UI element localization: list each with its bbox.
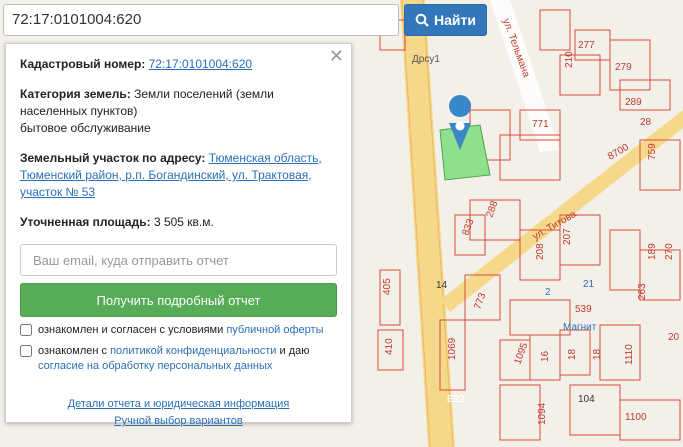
svg-text:771: 771 [532, 119, 549, 130]
svg-text:1069: 1069 [447, 337, 458, 360]
cadastral-label: Кадастровый номер: [20, 57, 146, 71]
consent-offer-text: ознакомлен и согласен с условиями публич… [38, 324, 324, 336]
svg-text:189: 189 [647, 243, 658, 260]
svg-text:18: 18 [567, 348, 578, 360]
data-processing-link[interactable]: согласие на обработку персональных данны… [38, 360, 272, 372]
svg-text:279: 279 [615, 62, 632, 73]
public-offer-link[interactable]: публичной оферты [226, 324, 323, 336]
search-button-label: Найти [434, 12, 476, 28]
consent-privacy-text: ознакомлен с политикой конфиденциальност… [38, 345, 310, 372]
svg-text:20: 20 [668, 332, 680, 343]
close-icon[interactable]: ✕ [329, 48, 344, 66]
svg-text:759: 759 [647, 143, 658, 160]
search-button[interactable]: Найти [404, 4, 487, 36]
search-input[interactable]: 72:17:0101004:620 [3, 4, 399, 36]
area-value: 3 505 кв.м. [153, 215, 214, 229]
category-label: Категория земель: [20, 87, 131, 101]
manual-selection-link[interactable]: Ручной выбор вариантов [114, 415, 242, 427]
email-field[interactable] [20, 244, 337, 276]
svg-text:410: 410 [384, 338, 395, 355]
svg-text:277: 277 [578, 40, 595, 51]
svg-text:539: 539 [575, 304, 592, 315]
parcel-info-panel: ✕ Кадастровый номер: 72:17:0101004:620 К… [5, 43, 352, 427]
usage-value: бытовое обслуживание [20, 121, 151, 135]
svg-text:18: 18 [592, 348, 603, 360]
svg-text:1094: 1094 [537, 402, 548, 425]
category-row: Категория земель: Земли поселений (земли… [20, 86, 337, 137]
cadastral-row: Кадастровый номер: 72:17:0101004:620 [20, 56, 337, 73]
svg-text:289: 289 [625, 97, 642, 108]
svg-text:1110: 1110 [624, 344, 635, 365]
consent-offer: ознакомлен и согласен с условиями публич… [20, 323, 337, 338]
search-icon [415, 13, 429, 27]
svg-text:28: 28 [640, 117, 652, 128]
svg-text:104: 104 [578, 394, 595, 405]
address-label: Земельный участок по адресу: [20, 151, 206, 165]
svg-text:21: 21 [583, 279, 595, 290]
svg-text:207: 207 [562, 228, 573, 245]
svg-text:E22: E22 [447, 394, 465, 405]
svg-text:16: 16 [540, 350, 551, 362]
consent-offer-checkbox[interactable] [20, 324, 32, 336]
svg-text:Магнит: Магнит [563, 322, 597, 333]
svg-text:2: 2 [545, 287, 551, 298]
svg-text:270: 270 [664, 243, 675, 260]
privacy-policy-link[interactable]: политикой конфиденциальности [110, 345, 276, 357]
svg-text:210: 210 [564, 51, 575, 68]
svg-text:263: 263 [637, 283, 648, 300]
address-row: Земельный участок по адресу: Тюменская о… [20, 150, 337, 201]
svg-text:14: 14 [436, 280, 448, 291]
cadastral-number-link[interactable]: 72:17:0101004:620 [149, 57, 252, 71]
footer-links: Детали отчета и юридическая информация Р… [20, 396, 337, 430]
get-report-button[interactable]: Получить подробный отчет [20, 283, 337, 317]
svg-text:405: 405 [382, 278, 393, 295]
area-label: Уточненная площадь: [20, 215, 151, 229]
svg-text:208: 208 [535, 243, 546, 260]
area-row: Уточненная площадь: 3 505 кв.м. [20, 214, 337, 231]
svg-text:Дрсу1: Дрсу1 [412, 54, 440, 65]
svg-text:1100: 1100 [625, 412, 647, 423]
consent-privacy: ознакомлен с политикой конфиденциальност… [20, 344, 337, 374]
consent-privacy-checkbox[interactable] [20, 345, 32, 357]
details-link[interactable]: Детали отчета и юридическая информация [68, 398, 290, 410]
